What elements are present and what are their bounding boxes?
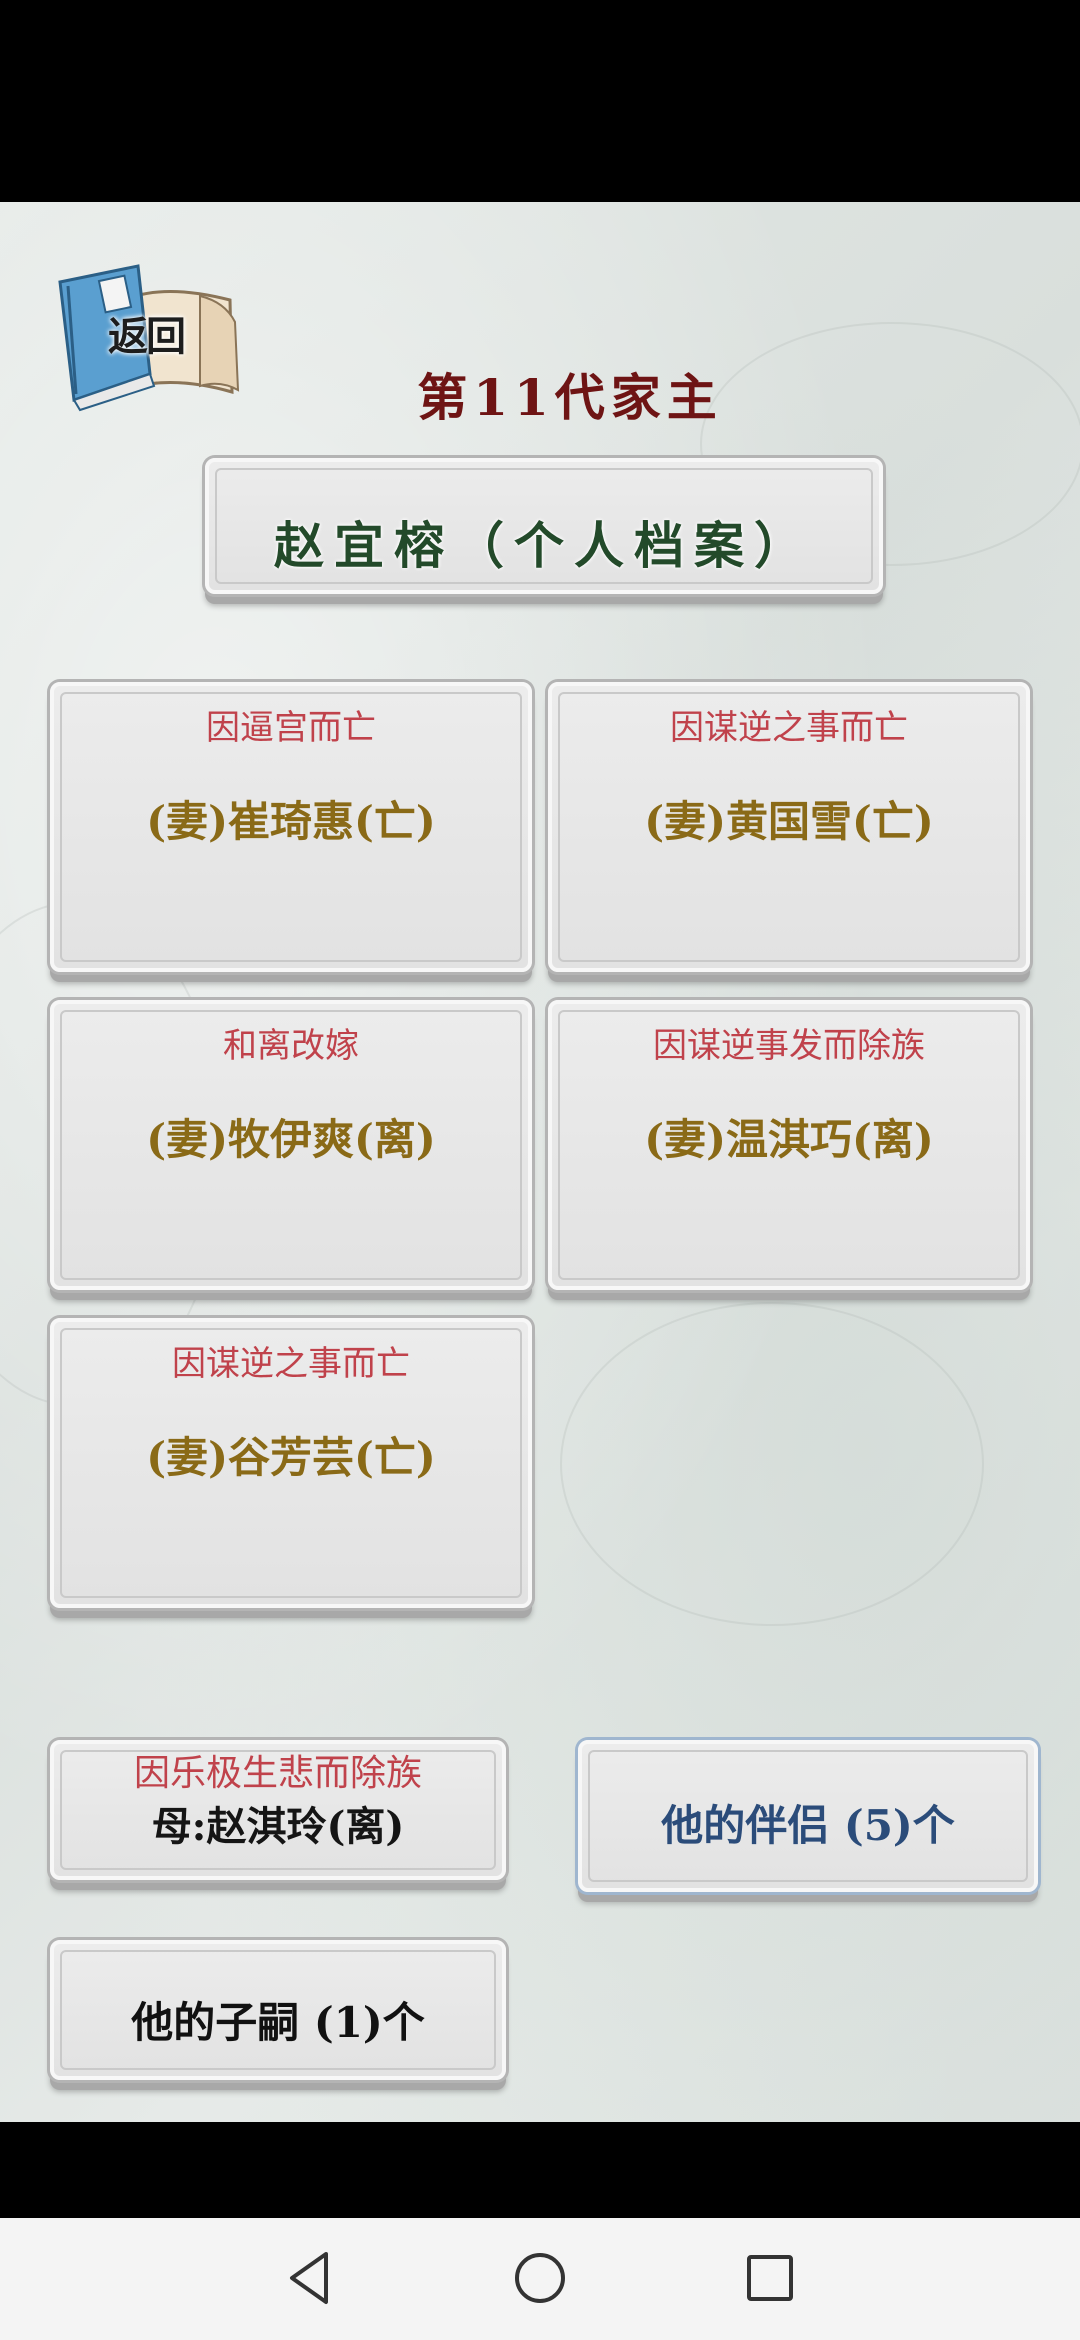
- recents-nav-icon[interactable]: [740, 2248, 800, 2308]
- spouse-card[interactable]: 因谋逆之事而亡 (妻)黄国雪(亡): [548, 682, 1030, 972]
- spouse-status: 因谋逆事发而除族: [653, 1026, 925, 1066]
- spouse-name: (妻)牧伊爽(离): [146, 1115, 436, 1164]
- profile-title-plate: 赵宜榕（个人档案）: [205, 458, 883, 594]
- status-bar: [0, 0, 1080, 202]
- mother-name: 母:赵淇玲(离): [151, 1803, 405, 1850]
- children-label: 他的子嗣 (1)个: [131, 1998, 425, 2047]
- generation-title: 第11代家主: [417, 368, 723, 427]
- partners-label: 他的伴侣 (5)个: [661, 1801, 955, 1850]
- mother-card[interactable]: 因乐极生悲而除族 母:赵淇玲(离): [50, 1740, 506, 1880]
- spouse-status: 和离改嫁: [223, 1026, 359, 1066]
- spouse-card[interactable]: 因逼宫而亡 (妻)崔琦惠(亡): [50, 682, 532, 972]
- spouse-status: 因谋逆之事而亡: [670, 708, 908, 748]
- spouse-card[interactable]: 因谋逆之事而亡 (妻)谷芳芸(亡): [50, 1318, 532, 1608]
- mother-status: 因乐极生悲而除族: [133, 1753, 422, 1794]
- spouse-status: 因逼宫而亡: [206, 708, 376, 748]
- home-nav-icon[interactable]: [510, 2248, 570, 2308]
- partners-button[interactable]: 他的伴侣 (5)个: [578, 1740, 1038, 1892]
- background-texture: [560, 1302, 984, 1626]
- profile-title: 赵宜榕（个人档案）: [274, 516, 814, 575]
- back-nav-icon[interactable]: [280, 2248, 340, 2308]
- children-button[interactable]: 他的子嗣 (1)个: [50, 1940, 506, 2080]
- navigation-bar: [0, 2218, 1080, 2340]
- spouse-card[interactable]: 因谋逆事发而除族 (妻)温淇巧(离): [548, 1000, 1030, 1290]
- spouse-name: (妻)崔琦惠(亡): [146, 797, 436, 846]
- spouse-status: 因谋逆之事而亡: [172, 1344, 410, 1384]
- spouse-name: (妻)温淇巧(离): [644, 1115, 934, 1164]
- spouse-name: (妻)谷芳芸(亡): [146, 1433, 436, 1482]
- spouse-card[interactable]: 和离改嫁 (妻)牧伊爽(离): [50, 1000, 532, 1290]
- spouse-name: (妻)黄国雪(亡): [644, 797, 934, 846]
- bottom-bar: [0, 2122, 1080, 2218]
- back-label: 返回: [108, 314, 186, 360]
